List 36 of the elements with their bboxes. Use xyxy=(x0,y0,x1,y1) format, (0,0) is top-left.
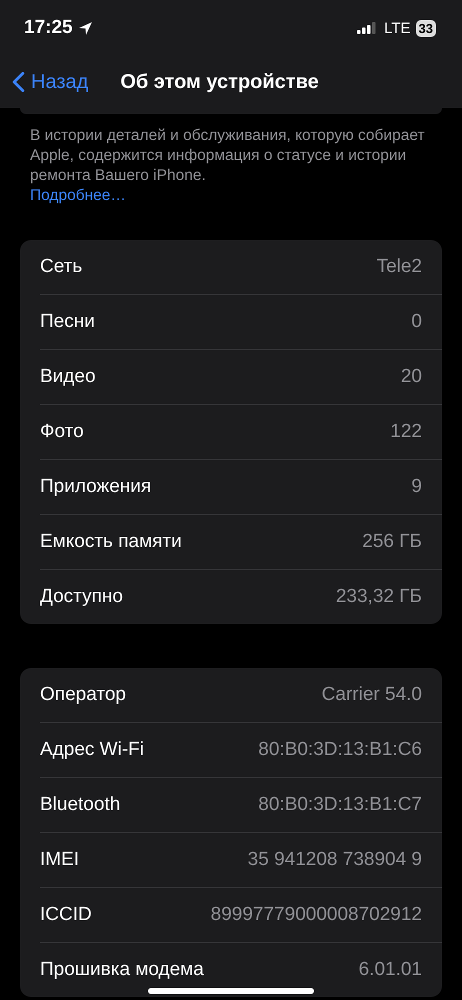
row-label: ICCID xyxy=(40,904,92,926)
row-label: Песни xyxy=(40,311,95,333)
row-value: 35 941208 738904 9 xyxy=(248,849,422,871)
row-label: Приложения xyxy=(40,476,152,498)
row-value: 20 xyxy=(400,366,422,388)
row-label: Прошивка модема xyxy=(40,959,204,981)
row-value: 80:B0:3D:13:B1:C6 xyxy=(258,739,422,761)
signal-icon xyxy=(357,22,378,34)
row-value: 256 ГБ xyxy=(362,531,422,553)
network-type: LTE xyxy=(384,20,411,36)
battery-indicator: 33 xyxy=(416,20,436,36)
row-label: Bluetooth xyxy=(40,794,120,816)
more-link[interactable]: Подробнее… xyxy=(30,187,126,204)
row-label: Видео xyxy=(40,366,96,388)
row-value: 89997779000008702912 xyxy=(210,904,422,926)
note-text: В истории деталей и обслуживания, которую собирает Apple, содержится информация о статусе и истории ремонта Вашего iPhone. Подробнее… xyxy=(30,126,426,206)
row-label: IMEI xyxy=(40,849,80,871)
row-value: 233,32 ГБ xyxy=(336,586,422,608)
row-value: 80:B0:3D:13:B1:C7 xyxy=(258,794,422,816)
nav-title: Об этом устройстве xyxy=(120,70,319,94)
row-value: 0 xyxy=(411,311,422,333)
row-label: Оператор xyxy=(40,684,126,706)
row-label: Доступно xyxy=(40,586,123,608)
row-label: Емкость памяти xyxy=(40,531,182,553)
back-button[interactable]: Назад xyxy=(12,70,88,94)
row-value: 6.01.01 xyxy=(358,959,422,981)
row-value: 9 xyxy=(411,476,422,498)
status-time: 17:25 xyxy=(24,17,73,39)
row-label: Сеть xyxy=(40,256,82,278)
location-arrow-icon xyxy=(78,20,93,36)
row-value: Carrier 54.0 xyxy=(322,684,422,706)
row-label: Фото xyxy=(40,421,84,443)
row-value: 122 xyxy=(390,421,422,443)
row-value: Tele2 xyxy=(376,256,422,278)
row-label: Адрес Wi-Fi xyxy=(40,739,144,761)
chevron-left-icon xyxy=(12,71,25,93)
